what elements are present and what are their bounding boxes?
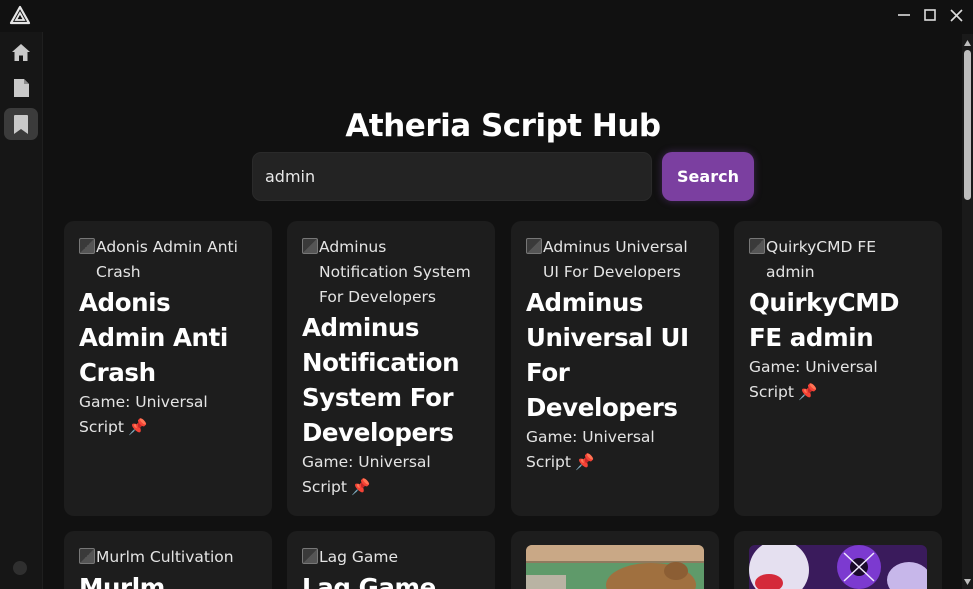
card-meta: Game: Universal Script 📌 xyxy=(749,355,927,405)
script-card[interactable]: Adminus Universal UI For Developers Admi… xyxy=(511,221,719,516)
card-title: Adminus Notification System For Develope… xyxy=(302,313,460,447)
minimize-icon xyxy=(898,14,910,16)
minimize-button[interactable] xyxy=(893,5,915,25)
broken-image-icon xyxy=(302,238,318,254)
status-indicator xyxy=(13,561,27,575)
close-button[interactable] xyxy=(945,5,967,25)
search-input[interactable]: admin xyxy=(252,152,652,201)
card-thumbnail xyxy=(526,545,704,589)
sidebar-item-home[interactable] xyxy=(4,36,38,68)
card-image-broken: QuirkyCMD FE admin xyxy=(749,235,927,285)
card-image-alt: QuirkyCMD FE admin xyxy=(766,238,877,281)
card-image-alt: Lag Game xyxy=(319,548,399,566)
maximize-icon xyxy=(924,9,936,21)
page-title: Atheria Script Hub xyxy=(345,108,661,144)
sidebar xyxy=(0,32,43,589)
card-image-broken: Adminus Universal UI For Developers xyxy=(526,235,704,285)
main-content: Atheria Script Hub admin Search Adonis A… xyxy=(44,34,962,589)
file-icon xyxy=(13,79,29,97)
card-image-broken: Adonis Admin Anti Crash xyxy=(79,235,257,285)
scroll-down-arrow-icon[interactable] xyxy=(964,579,971,585)
anime-thumbnail-image xyxy=(749,545,927,589)
sidebar-item-files[interactable] xyxy=(4,72,38,104)
card-image-alt: Adminus Universal UI For Developers xyxy=(543,238,688,281)
script-card[interactable]: Murlm Cultivation Murlm xyxy=(64,531,272,589)
card-image-broken: Adminus Notification System For Develope… xyxy=(302,235,480,310)
script-card[interactable]: Adonis Admin Anti Crash Adonis Admin Ant… xyxy=(64,221,272,516)
card-meta: Game: Universal Script 📌 xyxy=(302,450,480,500)
card-title: Murlm xyxy=(79,573,165,589)
pin-icon: 📌 xyxy=(797,383,818,401)
sidebar-item-bookmarks[interactable] xyxy=(4,108,38,140)
script-card[interactable]: Adminus Notification System For Develope… xyxy=(287,221,495,516)
script-card[interactable]: QuirkyCMD FE admin QuirkyCMD FE admin Ga… xyxy=(734,221,942,516)
app-logo-icon xyxy=(9,5,31,25)
card-title: Adminus Universal UI For Developers xyxy=(526,288,689,422)
broken-image-icon xyxy=(526,238,542,254)
pin-icon: 📌 xyxy=(127,418,148,436)
card-image-broken: Lag Game xyxy=(302,545,480,570)
card-title: Lag Game xyxy=(302,573,436,589)
card-meta: Game: Universal Script 📌 xyxy=(526,425,704,475)
pin-icon: 📌 xyxy=(350,478,371,496)
broken-image-icon xyxy=(79,548,95,564)
scrollbar-thumb[interactable] xyxy=(964,50,971,200)
card-image-alt: Murlm Cultivation xyxy=(96,548,234,566)
pin-icon: 📌 xyxy=(574,453,595,471)
card-image-alt: Adonis Admin Anti Crash xyxy=(96,238,238,281)
scroll-up-arrow-icon[interactable] xyxy=(964,40,971,46)
broken-image-icon xyxy=(302,548,318,564)
script-card[interactable]: Lag Game Lag Game xyxy=(287,531,495,589)
home-icon xyxy=(12,43,30,61)
search-input-value: admin xyxy=(265,167,316,186)
search-button[interactable]: Search xyxy=(662,152,754,201)
card-title: Adonis Admin Anti Crash xyxy=(79,288,228,387)
script-card[interactable] xyxy=(734,531,942,589)
broken-image-icon xyxy=(749,238,765,254)
capybara-thumbnail-image xyxy=(526,545,704,589)
broken-image-icon xyxy=(79,238,95,254)
bookmark-icon xyxy=(14,114,28,134)
card-image-alt: Adminus Notification System For Develope… xyxy=(319,238,471,306)
close-icon xyxy=(949,8,963,22)
maximize-button[interactable] xyxy=(919,5,941,25)
card-meta: Game: Universal Script 📌 xyxy=(79,390,257,440)
title-bar xyxy=(0,0,973,32)
script-card[interactable] xyxy=(511,531,719,589)
card-image-broken: Murlm Cultivation xyxy=(79,545,257,570)
card-thumbnail xyxy=(749,545,927,589)
card-title: QuirkyCMD FE admin xyxy=(749,288,900,352)
